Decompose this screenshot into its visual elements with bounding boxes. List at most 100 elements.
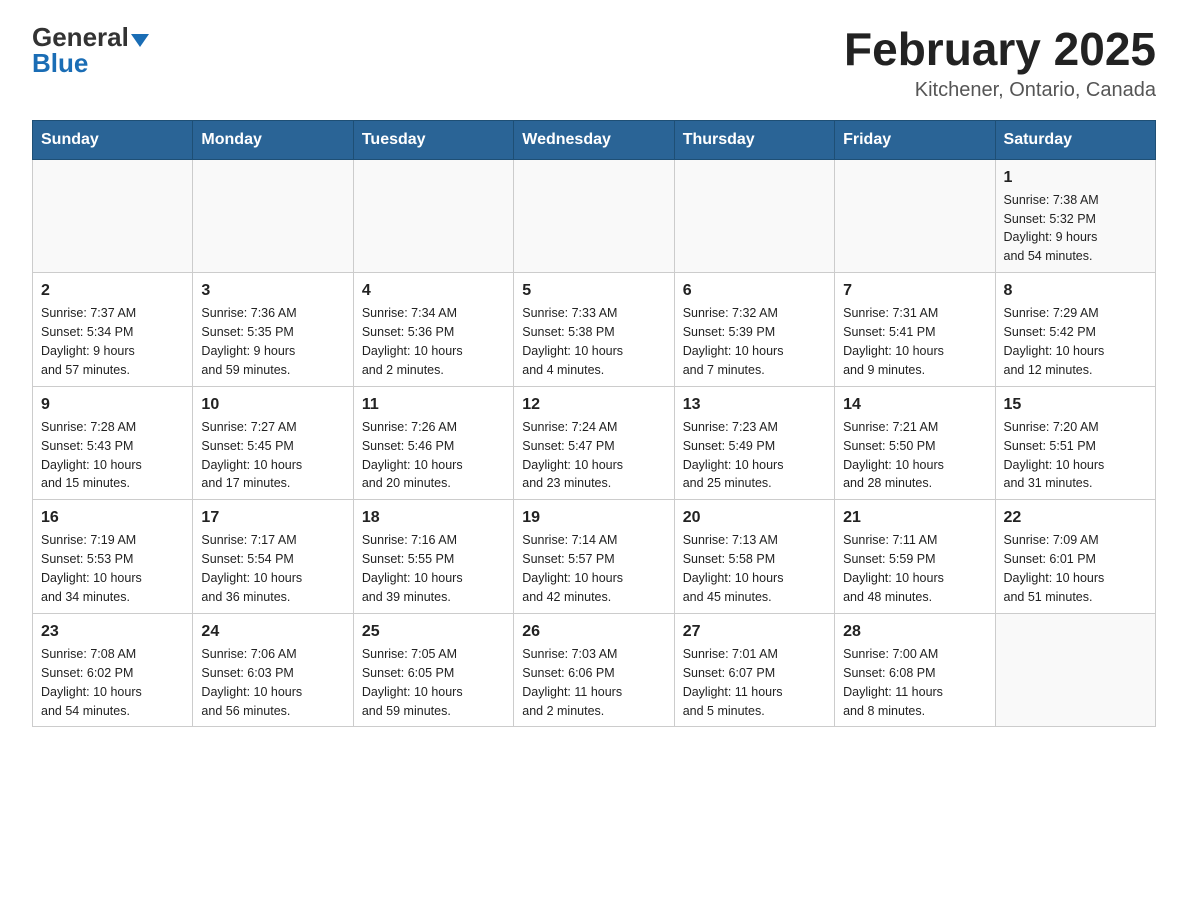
day-number: 17	[201, 506, 344, 529]
day-info: Sunrise: 7:00 AM Sunset: 6:08 PM Dayligh…	[843, 647, 943, 718]
calendar-table: SundayMondayTuesdayWednesdayThursdayFrid…	[32, 120, 1156, 728]
day-info: Sunrise: 7:05 AM Sunset: 6:05 PM Dayligh…	[362, 647, 463, 718]
calendar-cell: 16Sunrise: 7:19 AM Sunset: 5:53 PM Dayli…	[33, 500, 193, 614]
day-number: 19	[522, 506, 665, 529]
calendar-cell: 27 Sunrise: 7:01 AM Sunset: 6:07 PM Dayli…	[674, 613, 834, 727]
day-info: Sunrise: 7:06 AM Sunset: 6:03 PM Dayligh…	[201, 647, 302, 718]
logo-arrow-icon	[131, 34, 149, 47]
day-info: Sunrise: 7:17 AM Sunset: 5:54 PM Dayligh…	[201, 533, 302, 604]
calendar-cell: 14 Sunrise: 7:21 AM Sunset: 5:50 PM Dayli…	[835, 386, 995, 500]
day-number: 10	[201, 393, 344, 416]
calendar-cell: 8 Sunrise: 7:29 AM Sunset: 5:42 PM Daylig…	[995, 273, 1155, 387]
calendar-cell: 25Sunrise: 7:05 AM Sunset: 6:05 PM Dayli…	[353, 613, 513, 727]
day-number: 13	[683, 393, 826, 416]
day-number: 27	[683, 620, 826, 643]
day-info: Sunrise: 7:26 AM Sunset: 5:46 PM Dayligh…	[362, 420, 463, 491]
day-number: 5	[522, 279, 665, 302]
calendar-cell: 4 Sunrise: 7:34 AM Sunset: 5:36 PM Daylig…	[353, 273, 513, 387]
calendar-cell: 6Sunrise: 7:32 AM Sunset: 5:39 PM Daylig…	[674, 273, 834, 387]
weekday-header-monday: Monday	[193, 120, 353, 159]
calendar-cell: 26 Sunrise: 7:03 AM Sunset: 6:06 PM Dayli…	[514, 613, 674, 727]
day-info: Sunrise: 7:08 AM Sunset: 6:02 PM Dayligh…	[41, 647, 142, 718]
calendar-cell: 24 Sunrise: 7:06 AM Sunset: 6:03 PM Dayli…	[193, 613, 353, 727]
day-info: Sunrise: 7:34 AM Sunset: 5:36 PM Dayligh…	[362, 306, 463, 377]
calendar-week-row: 9 Sunrise: 7:28 AM Sunset: 5:43 PM Daylig…	[33, 386, 1156, 500]
day-info: Sunrise: 7:19 AM Sunset: 5:53 PM Dayligh…	[41, 533, 142, 604]
day-info: Sunrise: 7:03 AM Sunset: 6:06 PM Dayligh…	[522, 647, 622, 718]
weekday-header-sunday: Sunday	[33, 120, 193, 159]
day-info: Sunrise: 7:23 AM Sunset: 5:49 PM Dayligh…	[683, 420, 784, 491]
day-number: 14	[843, 393, 986, 416]
calendar-cell: 12 Sunrise: 7:24 AM Sunset: 5:47 PM Dayli…	[514, 386, 674, 500]
day-number: 12	[522, 393, 665, 416]
day-number: 6	[683, 279, 826, 302]
calendar-cell: 21 Sunrise: 7:11 AM Sunset: 5:59 PM Dayli…	[835, 500, 995, 614]
calendar-cell: 10 Sunrise: 7:27 AM Sunset: 5:45 PM Dayli…	[193, 386, 353, 500]
day-number: 21	[843, 506, 986, 529]
weekday-header-friday: Friday	[835, 120, 995, 159]
day-info: Sunrise: 7:31 AM Sunset: 5:41 PM Dayligh…	[843, 306, 944, 377]
calendar-cell	[835, 159, 995, 273]
day-number: 8	[1004, 279, 1147, 302]
logo-blue-text: Blue	[32, 50, 88, 76]
calendar-cell	[193, 159, 353, 273]
calendar-week-row: 1 Sunrise: 7:38 AM Sunset: 5:32 PM Daylig…	[33, 159, 1156, 273]
calendar-week-row: 16Sunrise: 7:19 AM Sunset: 5:53 PM Dayli…	[33, 500, 1156, 614]
weekday-header-saturday: Saturday	[995, 120, 1155, 159]
calendar-header-row: SundayMondayTuesdayWednesdayThursdayFrid…	[33, 120, 1156, 159]
calendar-cell	[514, 159, 674, 273]
day-info: Sunrise: 7:16 AM Sunset: 5:55 PM Dayligh…	[362, 533, 463, 604]
day-number: 26	[522, 620, 665, 643]
calendar-cell: 28 Sunrise: 7:00 AM Sunset: 6:08 PM Dayli…	[835, 613, 995, 727]
calendar-cell	[33, 159, 193, 273]
day-number: 7	[843, 279, 986, 302]
calendar-cell: 22Sunrise: 7:09 AM Sunset: 6:01 PM Dayli…	[995, 500, 1155, 614]
day-info: Sunrise: 7:37 AM Sunset: 5:34 PM Dayligh…	[41, 306, 136, 377]
calendar-cell: 13 Sunrise: 7:23 AM Sunset: 5:49 PM Dayli…	[674, 386, 834, 500]
calendar-title: February 2025	[844, 24, 1156, 75]
day-info: Sunrise: 7:20 AM Sunset: 5:51 PM Dayligh…	[1004, 420, 1105, 491]
calendar-cell: 11 Sunrise: 7:26 AM Sunset: 5:46 PM Dayli…	[353, 386, 513, 500]
calendar-cell: 3 Sunrise: 7:36 AM Sunset: 5:35 PM Daylig…	[193, 273, 353, 387]
day-info: Sunrise: 7:24 AM Sunset: 5:47 PM Dayligh…	[522, 420, 623, 491]
day-number: 24	[201, 620, 344, 643]
day-number: 11	[362, 393, 505, 416]
calendar-week-row: 2Sunrise: 7:37 AM Sunset: 5:34 PM Daylig…	[33, 273, 1156, 387]
title-block: February 2025 Kitchener, Ontario, Canada	[844, 24, 1156, 102]
weekday-header-tuesday: Tuesday	[353, 120, 513, 159]
day-number: 9	[41, 393, 184, 416]
page-header: General Blue February 2025 Kitchener, On…	[32, 24, 1156, 102]
calendar-week-row: 23 Sunrise: 7:08 AM Sunset: 6:02 PM Dayli…	[33, 613, 1156, 727]
day-info: Sunrise: 7:29 AM Sunset: 5:42 PM Dayligh…	[1004, 306, 1105, 377]
day-number: 23	[41, 620, 184, 643]
calendar-cell: 18 Sunrise: 7:16 AM Sunset: 5:55 PM Dayli…	[353, 500, 513, 614]
day-number: 20	[683, 506, 826, 529]
calendar-cell: 23 Sunrise: 7:08 AM Sunset: 6:02 PM Dayli…	[33, 613, 193, 727]
day-number: 28	[843, 620, 986, 643]
logo: General Blue	[32, 24, 149, 76]
day-info: Sunrise: 7:28 AM Sunset: 5:43 PM Dayligh…	[41, 420, 142, 491]
calendar-cell	[674, 159, 834, 273]
day-number: 4	[362, 279, 505, 302]
day-info: Sunrise: 7:36 AM Sunset: 5:35 PM Dayligh…	[201, 306, 296, 377]
calendar-subtitle: Kitchener, Ontario, Canada	[844, 79, 1156, 102]
weekday-header-thursday: Thursday	[674, 120, 834, 159]
logo-general-text: General	[32, 24, 129, 50]
day-info: Sunrise: 7:14 AM Sunset: 5:57 PM Dayligh…	[522, 533, 623, 604]
day-info: Sunrise: 7:27 AM Sunset: 5:45 PM Dayligh…	[201, 420, 302, 491]
calendar-cell: 5Sunrise: 7:33 AM Sunset: 5:38 PM Daylig…	[514, 273, 674, 387]
calendar-cell	[995, 613, 1155, 727]
day-info: Sunrise: 7:38 AM Sunset: 5:32 PM Dayligh…	[1004, 193, 1099, 264]
day-number: 3	[201, 279, 344, 302]
day-info: Sunrise: 7:21 AM Sunset: 5:50 PM Dayligh…	[843, 420, 944, 491]
day-info: Sunrise: 7:01 AM Sunset: 6:07 PM Dayligh…	[683, 647, 783, 718]
calendar-cell: 7 Sunrise: 7:31 AM Sunset: 5:41 PM Daylig…	[835, 273, 995, 387]
calendar-cell: 15Sunrise: 7:20 AM Sunset: 5:51 PM Dayli…	[995, 386, 1155, 500]
day-info: Sunrise: 7:11 AM Sunset: 5:59 PM Dayligh…	[843, 533, 944, 604]
calendar-cell: 1 Sunrise: 7:38 AM Sunset: 5:32 PM Daylig…	[995, 159, 1155, 273]
calendar-cell: 19 Sunrise: 7:14 AM Sunset: 5:57 PM Dayli…	[514, 500, 674, 614]
day-number: 18	[362, 506, 505, 529]
day-number: 1	[1004, 166, 1147, 189]
calendar-cell: 20Sunrise: 7:13 AM Sunset: 5:58 PM Dayli…	[674, 500, 834, 614]
calendar-cell: 9 Sunrise: 7:28 AM Sunset: 5:43 PM Daylig…	[33, 386, 193, 500]
